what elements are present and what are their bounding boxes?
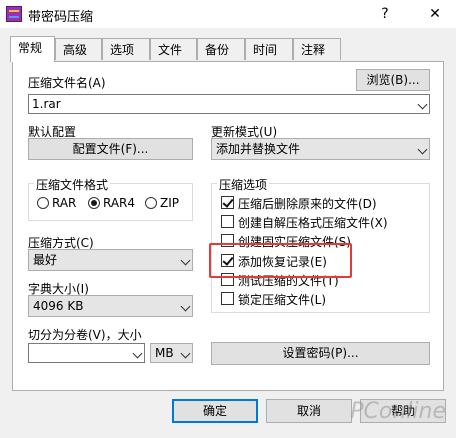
tab-files[interactable]: 文件 <box>150 38 197 60</box>
window-title: 带密码压缩 <box>28 10 94 25</box>
archive-format-legend: 压缩文件格式 <box>34 176 111 193</box>
dictionary-size-value: 4096 KB <box>33 299 84 313</box>
format-rar4-label[interactable]: RAR4 <box>103 196 135 210</box>
browse-button[interactable]: 浏览(B)... <box>356 69 430 91</box>
pconline-watermark: PConline <box>350 399 446 424</box>
recovery-record-highlight-box <box>209 243 352 278</box>
archive-name-input[interactable]: 1.rar <box>28 94 430 114</box>
tab-comment[interactable]: 注释 <box>293 38 341 60</box>
create-sfx-label[interactable]: 创建自解压格式压缩文件(X) <box>238 214 388 231</box>
delete-after-archiving-label[interactable]: 压缩后删除原来的文件(D) <box>238 195 377 212</box>
compression-method-select[interactable]: 最好 <box>28 249 193 271</box>
split-unit-value: MB <box>155 346 174 360</box>
format-zip-radio[interactable] <box>145 197 157 209</box>
tab-options[interactable]: 选项 <box>102 38 150 60</box>
update-mode-value: 添加并替换文件 <box>216 142 301 156</box>
chevron-down-icon[interactable] <box>132 348 143 359</box>
set-password-button[interactable]: 设置密码(P)... <box>211 342 430 365</box>
update-mode-select[interactable]: 添加并替换文件 <box>211 138 430 160</box>
help-title-button[interactable]: ? <box>370 2 400 26</box>
profiles-button[interactable]: 配置文件(F)... <box>28 138 193 160</box>
winrar-app-icon <box>6 6 22 22</box>
dictionary-size-select[interactable]: 4096 KB <box>28 295 193 317</box>
chevron-down-icon[interactable] <box>180 255 191 266</box>
close-icon[interactable]: ✕ <box>420 2 450 26</box>
title-bar: 带密码压缩 ? ✕ <box>0 0 456 28</box>
tab-backup[interactable]: 备份 <box>197 38 245 60</box>
archiving-options-legend: 压缩选项 <box>217 176 270 193</box>
tab-advanced[interactable]: 高级 <box>55 38 102 60</box>
split-unit-select[interactable]: MB <box>150 343 193 363</box>
lock-archive-label[interactable]: 锁定压缩文件(L) <box>238 291 326 308</box>
format-rar4-radio[interactable] <box>88 197 100 209</box>
format-rar-radio[interactable] <box>37 197 49 209</box>
format-rar-label[interactable]: RAR <box>52 196 76 210</box>
archive-name-label: 压缩文件名(A) <box>28 76 106 90</box>
chevron-down-icon[interactable] <box>417 144 428 155</box>
chevron-down-icon[interactable] <box>180 301 191 312</box>
split-volumes-label: 切分为分卷(V)，大小 <box>28 328 142 342</box>
tab-time[interactable]: 时间 <box>245 38 293 60</box>
archive-name-value: 1.rar <box>32 97 61 111</box>
ok-button[interactable]: 确定 <box>172 399 258 423</box>
format-zip-label[interactable]: ZIP <box>160 196 179 210</box>
chevron-down-icon[interactable] <box>417 99 428 110</box>
create-sfx-checkbox[interactable] <box>221 215 234 228</box>
compression-method-value: 最好 <box>33 253 58 267</box>
chevron-down-icon[interactable] <box>180 348 191 359</box>
tab-general[interactable]: 常规 <box>10 36 55 62</box>
delete-after-archiving-checkbox[interactable] <box>221 196 234 209</box>
split-size-input[interactable] <box>28 343 145 363</box>
cancel-button[interactable]: 取消 <box>266 399 352 423</box>
lock-archive-checkbox[interactable] <box>221 292 234 305</box>
